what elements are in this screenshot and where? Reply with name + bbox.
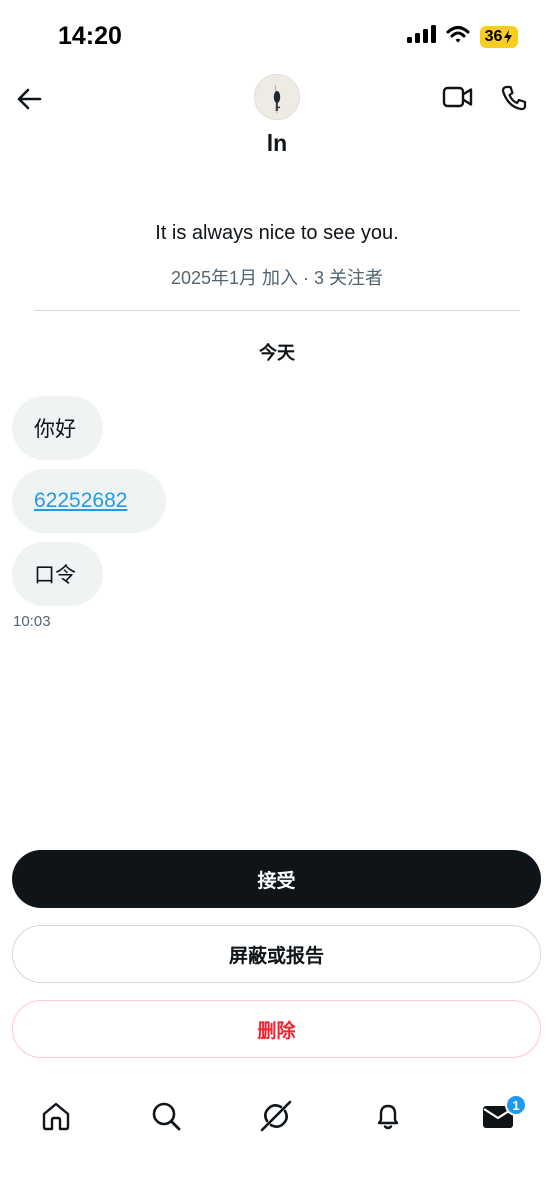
- status-icons: 36: [406, 24, 518, 49]
- tab-search[interactable]: [146, 1096, 186, 1136]
- profile-meta: 2025年1月 加入 · 3 关注者: [170, 268, 384, 288]
- messages-badge: 1: [505, 1094, 527, 1116]
- back-button[interactable]: [12, 82, 46, 116]
- message-link[interactable]: 62252682: [34, 489, 127, 513]
- phone-icon: [501, 85, 527, 111]
- video-call-button[interactable]: [440, 82, 476, 112]
- tab-notifications[interactable]: [368, 1096, 408, 1136]
- status-bar: 14:20 36: [0, 0, 554, 70]
- tab-home[interactable]: [36, 1096, 76, 1136]
- status-time: 14:20: [58, 22, 122, 50]
- signal-icon: [406, 24, 436, 49]
- profile-bio: It is always nice to see you.: [155, 222, 399, 244]
- block-or-report-button[interactable]: 屏蔽或报告: [12, 925, 541, 983]
- battery-icon: 36: [480, 25, 518, 48]
- home-icon: [42, 1102, 70, 1131]
- back-arrow-icon: [17, 88, 42, 110]
- message-bubble[interactable]: 你好: [12, 396, 103, 460]
- block-or-report-label: 屏蔽或报告: [228, 945, 324, 967]
- profile-name[interactable]: ln: [0, 130, 554, 157]
- search-icon: [152, 1102, 181, 1131]
- message-text: 口令: [34, 564, 76, 587]
- phone-call-button[interactable]: [498, 82, 530, 114]
- divider: [34, 310, 520, 311]
- wifi-icon: [446, 25, 470, 49]
- grok-icon: [260, 1100, 292, 1132]
- message-text: 你好: [34, 418, 76, 441]
- tab-grok[interactable]: [256, 1096, 296, 1136]
- avatar[interactable]: [254, 74, 300, 120]
- accept-label: 接受: [257, 870, 296, 892]
- conversation-header: ln: [0, 70, 554, 170]
- dm-request-screen: 14:20 36 ln It is always nice to see you…: [0, 0, 554, 1199]
- delete-label: 删除: [257, 1020, 296, 1042]
- message-bubble[interactable]: 62252682: [12, 469, 166, 533]
- bottom-tab-bar: [0, 1080, 554, 1160]
- accept-button[interactable]: 接受: [12, 850, 541, 908]
- bell-icon: [377, 1104, 399, 1130]
- message-timestamp: 10:03: [13, 613, 51, 630]
- delete-button[interactable]: 删除: [12, 1000, 541, 1058]
- battery-level: 36: [484, 27, 503, 45]
- video-call-icon: [442, 86, 473, 108]
- date-separator: 今天: [259, 343, 295, 363]
- message-bubble[interactable]: 口令: [12, 542, 103, 606]
